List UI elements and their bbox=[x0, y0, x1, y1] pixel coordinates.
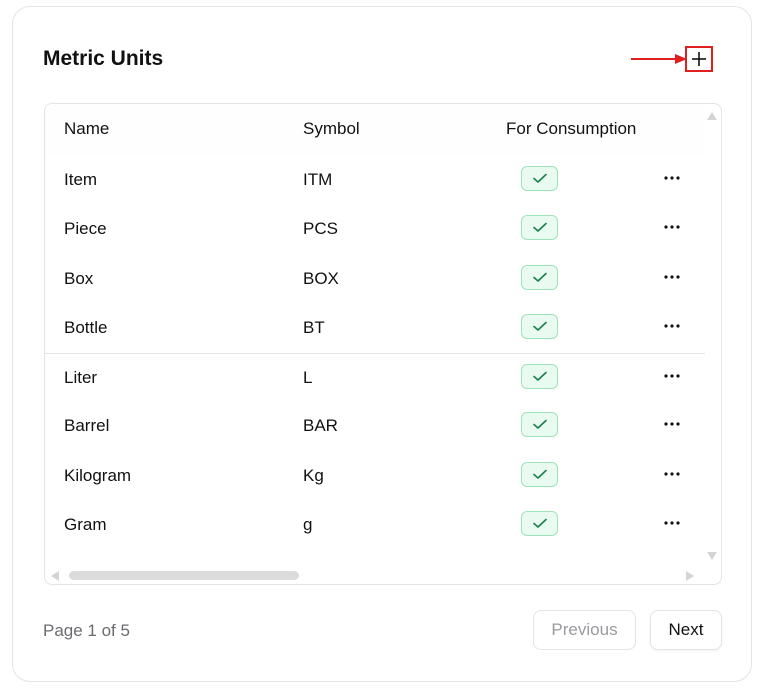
ellipsis-icon bbox=[664, 472, 680, 476]
for-consumption-badge bbox=[521, 215, 558, 241]
metric-units-card: Metric Units Name Symbol For Consumption… bbox=[12, 6, 752, 682]
row-actions-button[interactable] bbox=[661, 218, 683, 236]
ellipsis-icon bbox=[664, 324, 680, 328]
check-icon bbox=[532, 469, 547, 479]
ellipsis-icon bbox=[664, 225, 680, 229]
table-row: Barrel BAR bbox=[45, 402, 705, 451]
table-header: Name Symbol For Consumption bbox=[45, 104, 705, 156]
unit-name: Piece bbox=[64, 219, 107, 239]
ellipsis-icon bbox=[664, 521, 680, 525]
unit-name: Liter bbox=[64, 368, 98, 388]
unit-symbol: BAR bbox=[303, 416, 338, 436]
card-title: Metric Units bbox=[43, 47, 164, 70]
scroll-down-arrow-icon[interactable] bbox=[707, 552, 717, 560]
check-icon bbox=[532, 173, 547, 183]
row-actions-button[interactable] bbox=[661, 465, 683, 483]
plus-icon bbox=[692, 52, 706, 66]
ellipsis-icon bbox=[664, 274, 680, 279]
table-row: Gram g bbox=[45, 501, 705, 550]
previous-page-button[interactable]: Previous bbox=[533, 610, 636, 650]
for-consumption-badge bbox=[521, 313, 558, 339]
for-consumption-badge bbox=[521, 412, 558, 438]
table-row: Item ITM bbox=[45, 156, 705, 205]
for-consumption-badge bbox=[521, 166, 558, 191]
table-row: Piece PCS bbox=[45, 205, 705, 254]
row-actions-button[interactable] bbox=[661, 317, 683, 335]
ellipsis-icon bbox=[664, 176, 680, 180]
scroll-left-arrow-icon[interactable] bbox=[51, 571, 59, 581]
unit-symbol: BT bbox=[303, 317, 325, 337]
unit-symbol: L bbox=[303, 368, 313, 388]
for-consumption-badge bbox=[521, 264, 558, 290]
for-consumption-badge bbox=[521, 511, 558, 537]
check-icon bbox=[532, 420, 547, 430]
unit-name: Gram bbox=[64, 515, 107, 535]
table-row: Bottle BT bbox=[45, 304, 705, 353]
ellipsis-icon bbox=[664, 422, 680, 427]
check-icon bbox=[532, 518, 547, 528]
add-unit-button[interactable] bbox=[685, 46, 713, 72]
unit-name: Kilogram bbox=[64, 465, 132, 485]
check-icon bbox=[532, 321, 547, 331]
ellipsis-icon bbox=[664, 374, 680, 378]
table-body: Item ITM Piece PCS Box BOX Bottle BT Lit… bbox=[45, 156, 705, 550]
unit-name: Barrel bbox=[64, 416, 110, 436]
table-row: Liter L bbox=[45, 353, 705, 402]
scroll-right-arrow-icon[interactable] bbox=[686, 571, 694, 581]
row-actions-button[interactable] bbox=[661, 367, 683, 385]
for-consumption-badge bbox=[521, 461, 558, 487]
page-info: Page 1 of 5 bbox=[43, 621, 130, 640]
next-page-button[interactable]: Next bbox=[650, 610, 722, 650]
unit-symbol: ITM bbox=[303, 170, 333, 189]
horizontal-scrollbar[interactable] bbox=[45, 566, 705, 584]
table-row: Box BOX bbox=[45, 255, 705, 304]
units-table: Name Symbol For Consumption Item ITM Pie… bbox=[44, 103, 722, 585]
horizontal-scrollbar-thumb[interactable] bbox=[69, 571, 299, 580]
row-actions-button[interactable] bbox=[661, 169, 683, 187]
scroll-up-arrow-icon[interactable] bbox=[707, 112, 717, 120]
unit-symbol: Kg bbox=[303, 465, 324, 485]
row-actions-button[interactable] bbox=[661, 415, 683, 433]
unit-symbol: BOX bbox=[303, 268, 339, 288]
check-icon bbox=[532, 371, 547, 381]
unit-symbol: PCS bbox=[303, 219, 338, 239]
row-actions-button[interactable] bbox=[661, 514, 683, 532]
check-icon bbox=[532, 222, 547, 233]
unit-symbol: g bbox=[303, 515, 313, 535]
unit-name: Item bbox=[64, 170, 98, 189]
header-for-consumption: For Consumption bbox=[506, 119, 637, 138]
check-icon bbox=[532, 272, 547, 282]
header-name: Name bbox=[64, 119, 110, 138]
arrow-right-icon bbox=[631, 54, 687, 64]
for-consumption-badge bbox=[521, 364, 558, 390]
table-row: Kilogram Kg bbox=[45, 452, 705, 501]
header-symbol: Symbol bbox=[303, 119, 360, 138]
unit-name: Bottle bbox=[64, 317, 108, 337]
unit-name: Box bbox=[64, 268, 94, 288]
row-actions-button[interactable] bbox=[661, 268, 683, 286]
